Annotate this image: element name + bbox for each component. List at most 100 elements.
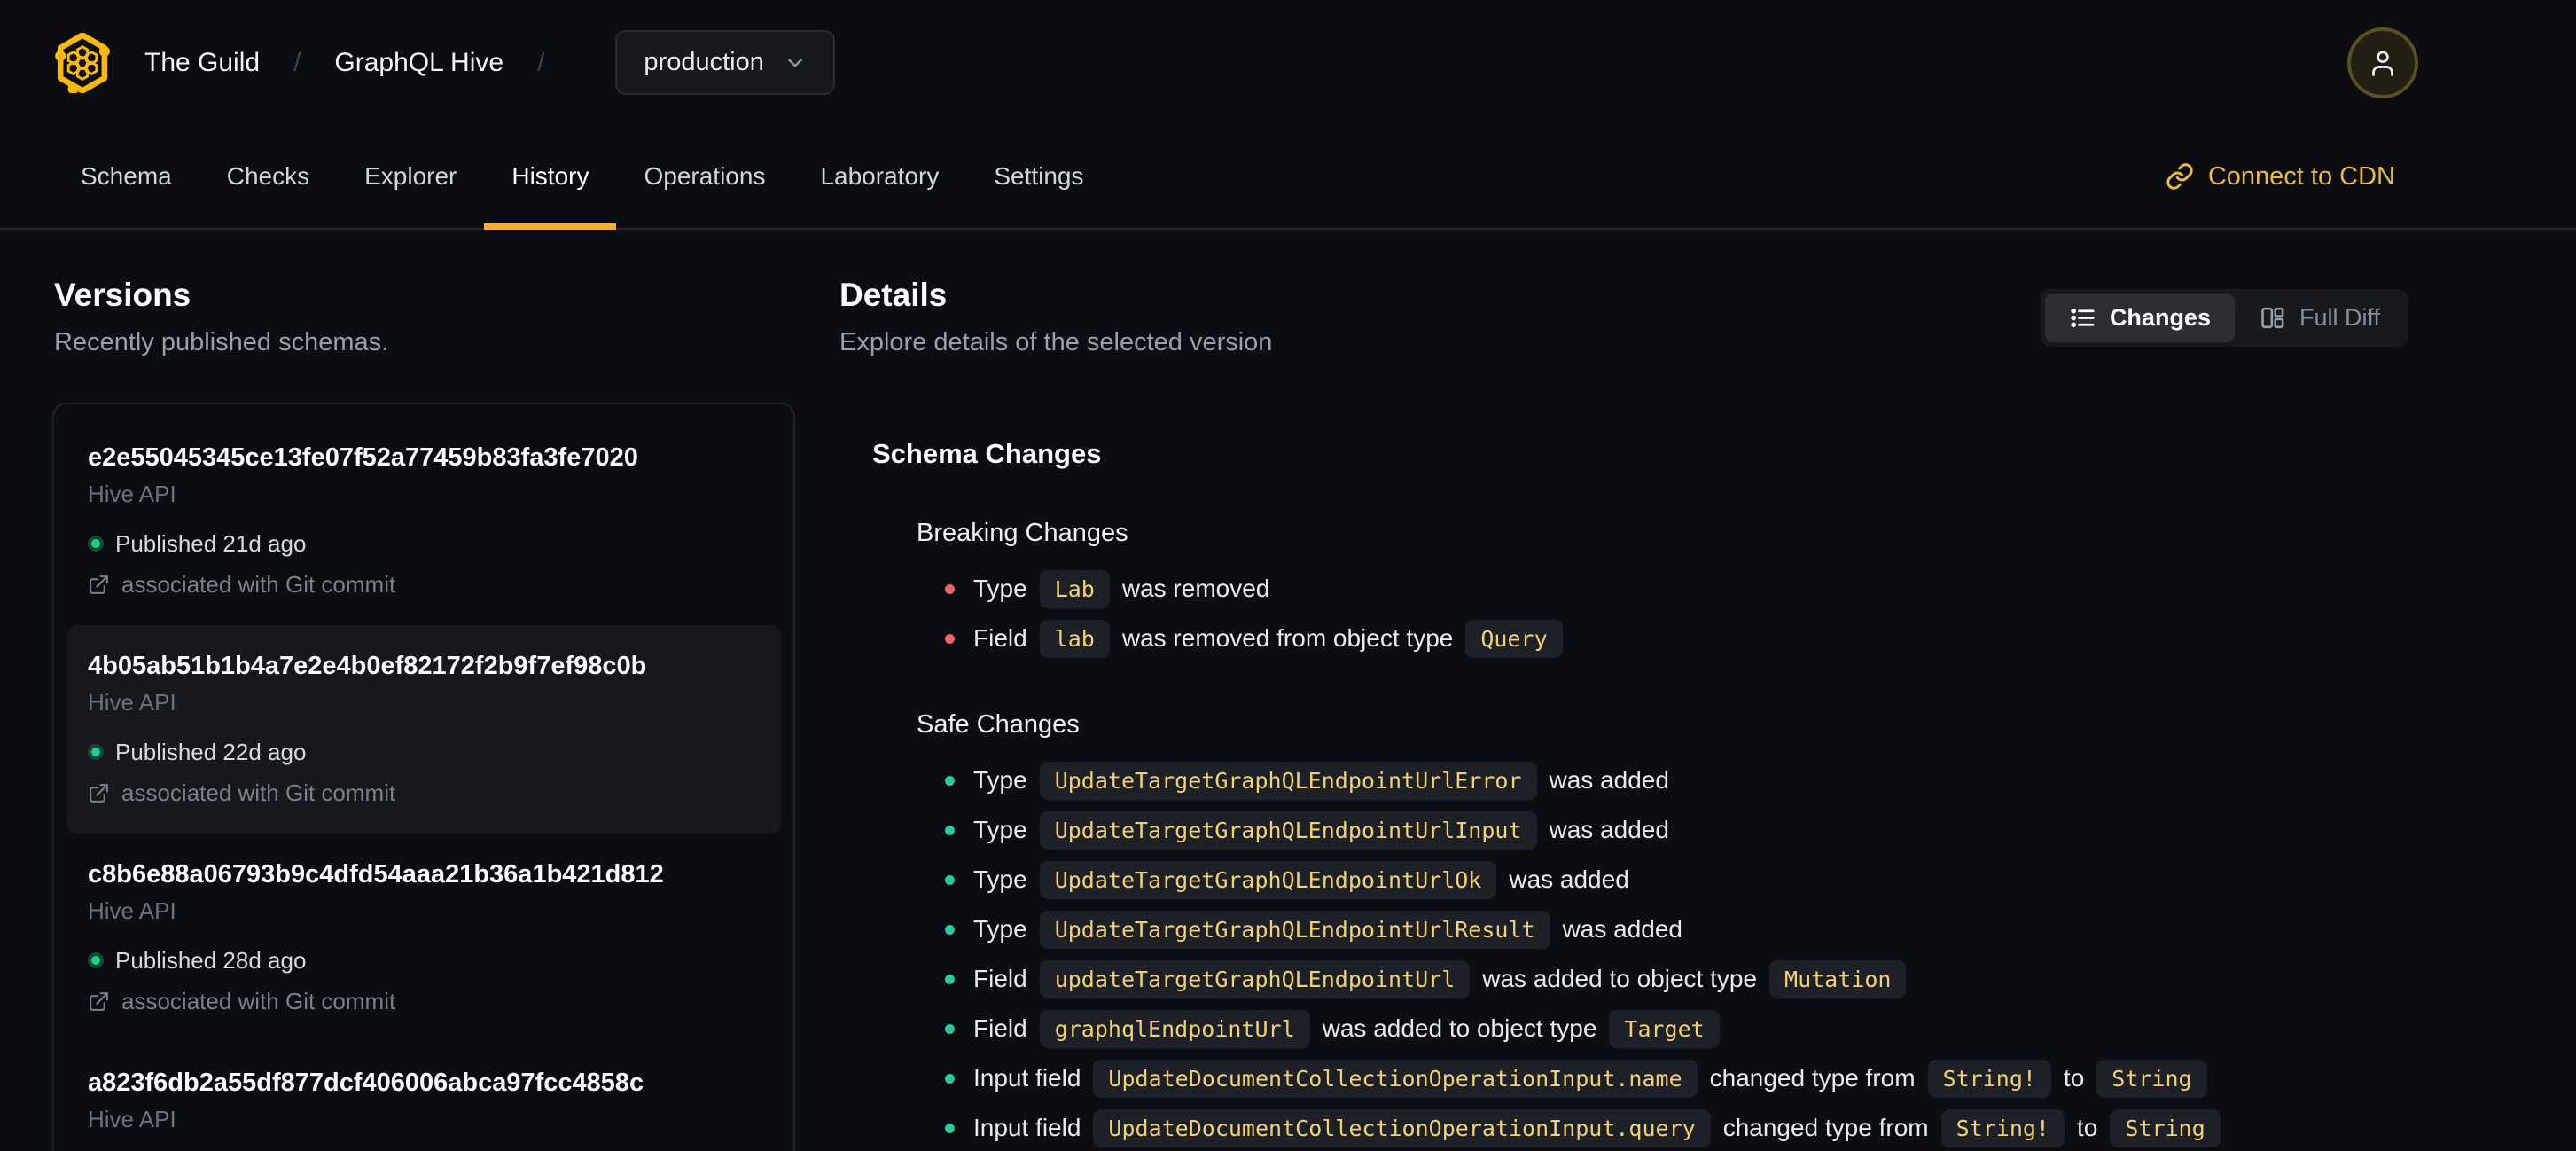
bullet-dot [945,874,955,885]
tab-operations[interactable]: Operations [616,125,792,228]
breadcrumb: The Guild / GraphQL Hive / [144,48,578,78]
change-row: Input field UpdateDocumentCollectionOpera… [945,1053,2450,1103]
diff-columns-icon [2261,307,2284,329]
breadcrumb-separator: / [293,47,301,77]
list-icon [2071,308,2095,328]
bullet-dot [945,924,955,935]
connect-to-cdn-button[interactable]: Connect to CDN [2166,125,2395,228]
tab-label: History [511,162,589,190]
full-diff-view-button[interactable]: Full Diff [2235,294,2404,342]
code-badge: UpdateTargetGraphQLEndpointUrlOk [1039,860,1497,899]
version-status-text: Published 21d ago [115,530,307,557]
code-badge: Query [1465,619,1563,658]
version-list-item[interactable]: a823f6db2a55df877dcf406006abca97fcc4858c… [66,1042,781,1151]
git-commit-link[interactable]: associated with Git commit [88,988,760,1014]
change-text: Type [973,865,1027,893]
change-text: Type [973,915,1027,943]
change-text: Type [973,766,1027,794]
git-commit-text: associated with Git commit [121,571,396,598]
change-row: Field graphqlEndpointUrl was added to obje… [945,1004,2450,1053]
change-text: changed type from [1722,1114,1929,1141]
code-badge: String [2110,1108,2221,1147]
change-row: Type UpdateTargetGraphQLEndpointUrlOk was … [945,855,2450,904]
version-list-item[interactable]: 4b05ab51b1b4a7e2e4b0ef82172f2b9f7ef98c0b… [66,625,781,834]
change-text: changed type from [1709,1064,1916,1092]
changes-view-button[interactable]: Changes [2044,294,2235,342]
version-hash: a823f6db2a55df877dcf406006abca97fcc4858c [88,1069,644,1097]
change-text: Type [973,816,1027,843]
code-badge: Mutation [1769,959,1907,998]
main-nav-tabbar: Schema Checks Explorer History Operations Lab… [0,125,2576,230]
external-link-icon [90,575,108,594]
version-status: Published 28d ago [88,947,760,974]
full-diff-view-label: Full Diff [2299,304,2380,331]
hive-logo[interactable] [54,32,111,93]
tab-schema[interactable]: Schema [53,125,199,228]
change-text: Field [973,1014,1027,1042]
change-row: Field updateTargetGraphQLEndpointUrl was a… [945,954,2450,1004]
version-list-item[interactable]: e2e55045345ce13fe07f52a77459b83fa3fe7020… [66,417,781,625]
version-service-name: Hive API [88,1106,176,1132]
target-selector-dropdown[interactable]: production [615,30,835,95]
breadcrumb-org[interactable]: The Guild [144,48,260,78]
change-text: Type [973,575,1027,602]
version-status: Published 21d ago [88,530,760,557]
bullet-dot [945,633,955,644]
app-header: The Guild / GraphQL Hive / production [0,0,2576,125]
details-panel-title: Details [839,277,948,313]
change-text: Input field [973,1064,1081,1092]
code-badge: UpdateTargetGraphQLEndpointUrlInput [1039,810,1537,850]
tab-checks[interactable]: Checks [199,125,337,228]
code-badge: Lab [1039,569,1110,608]
version-hash: 4b05ab51b1b4a7e2e4b0ef82172f2b9f7ef98c0b [88,652,647,680]
git-commit-link[interactable]: associated with Git commit [88,779,760,806]
bullet-dot [945,825,955,835]
version-status-text: Published 28d ago [115,947,307,974]
code-badge: updateTargetGraphQLEndpointUrl [1039,959,1471,998]
details-view-toggle: Changes Full Diff [2040,289,2408,347]
change-text: to [2076,1114,2098,1141]
bullet-dot [945,775,955,786]
change-row: Type UpdateTargetGraphQLEndpointUrlError w… [945,756,2450,805]
git-commit-text: associated with Git commit [121,779,396,806]
tab-label: Explorer [364,162,457,190]
external-link-icon [90,783,108,803]
change-group: Type Lab was removed Field lab was removed fr… [872,564,2450,663]
change-row: Type Lab was removed [945,564,2450,614]
tab-label: Checks [226,162,310,190]
tab-history[interactable]: History [484,125,617,230]
versions-list: e2e55045345ce13fe07f52a77459b83fa3fe7020… [52,403,795,1151]
change-group: Type UpdateTargetGraphQLEndpointUrlError w… [872,756,2450,1151]
change-text: was added [1549,766,1669,794]
change-text: was removed [1121,575,1270,602]
tab-laboratory[interactable]: Laboratory [792,125,966,228]
change-text: Input field [973,1114,1081,1141]
change-text: was added [1549,816,1669,843]
changes-view-label: Changes [2109,304,2211,331]
user-icon [2372,51,2393,76]
target-selector-value: production [644,48,764,76]
tab-explorer[interactable]: Explorer [337,125,484,228]
change-row: Field lab was removed from object type Quer… [945,614,2450,663]
git-commit-text: associated with Git commit [121,988,396,1014]
published-dot [88,536,104,552]
code-badge: String [2096,1059,2207,1098]
code-badge: UpdateTargetGraphQLEndpointUrlError [1039,761,1537,800]
version-list-item[interactable]: c8b6e88a06793b9c4dfd54aaa21b36a1b421d812… [66,834,781,1042]
code-badge: String! [1927,1059,2051,1098]
tab-label: Operations [644,162,766,190]
user-avatar-button[interactable] [2347,27,2418,98]
change-text: Field [973,965,1027,992]
tab-settings[interactable]: Settings [966,125,1111,228]
version-status-text: Published 22d ago [115,739,307,765]
details-panel-subtitle: Explore details of the selected version [839,328,1273,356]
change-text: was added [1562,915,1682,943]
change-row: Input field UpdateDocumentCollectionOpera… [945,1103,2450,1151]
change-text: was added [1509,865,1629,893]
change-text: was removed from object type [1121,624,1454,652]
bullet-dot [945,1023,955,1034]
git-commit-link[interactable]: associated with Git commit [88,571,760,598]
breadcrumb-project[interactable]: GraphQL Hive [334,48,503,78]
chevron-down-icon [788,58,802,67]
versions-panel-title: Versions [54,277,191,313]
